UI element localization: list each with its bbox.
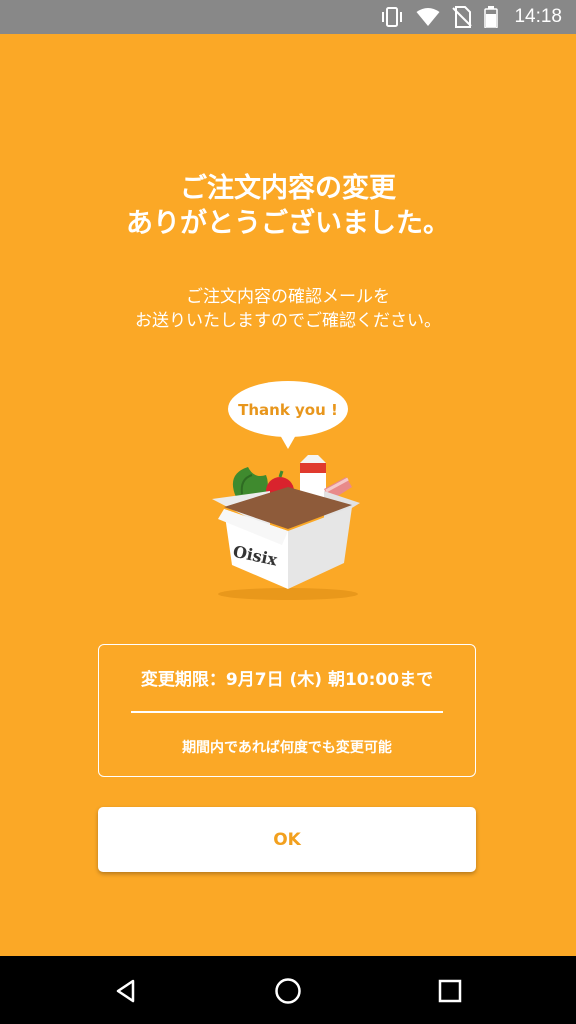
status-bar: 14:18 xyxy=(0,0,576,34)
speech-bubble: Thank you ! xyxy=(228,381,348,449)
change-deadline: 変更期限：9月7日 (木) 朝10:00まで xyxy=(140,670,434,690)
title-line-1: ご注文内容の変更 xyxy=(180,173,396,204)
message-line-2: お送りいたしますのでご確認ください。 xyxy=(135,311,441,331)
recents-icon[interactable] xyxy=(432,973,468,1009)
home-icon[interactable] xyxy=(270,973,306,1009)
back-icon[interactable] xyxy=(108,973,144,1009)
title-line-2: ありがとうございました。 xyxy=(126,208,450,239)
no-sim-icon xyxy=(452,6,473,28)
page-title: ご注文内容の変更 ありがとうございました。 xyxy=(0,171,576,241)
change-note: 期間内であれば何度でも変更可能 xyxy=(182,740,392,756)
thank-you-illustration: Thank you ! Oisix xyxy=(196,379,376,604)
navigation-bar xyxy=(0,956,576,1024)
confirmation-screen: ご注文内容の変更 ありがとうございました。 ご注文内容の確認メールを お送りいた… xyxy=(0,34,576,956)
confirmation-message: ご注文内容の確認メールを お送りいたしますのでご確認ください。 xyxy=(0,285,576,333)
vibrate-icon xyxy=(380,6,404,28)
battery-icon xyxy=(484,6,499,28)
speech-bubble-text: Thank you ! xyxy=(238,401,338,419)
vegetable-box: Oisix xyxy=(212,487,360,589)
deadline-info-box: 変更期限：9月7日 (木) 朝10:00まで 期間内であれば何度でも変更可能 xyxy=(98,644,476,777)
status-time: 14:18 xyxy=(514,6,562,27)
divider xyxy=(131,711,443,713)
wifi-icon xyxy=(416,7,440,27)
message-line-1: ご注文内容の確認メールを xyxy=(186,287,390,307)
ok-button[interactable]: OK xyxy=(98,807,476,872)
